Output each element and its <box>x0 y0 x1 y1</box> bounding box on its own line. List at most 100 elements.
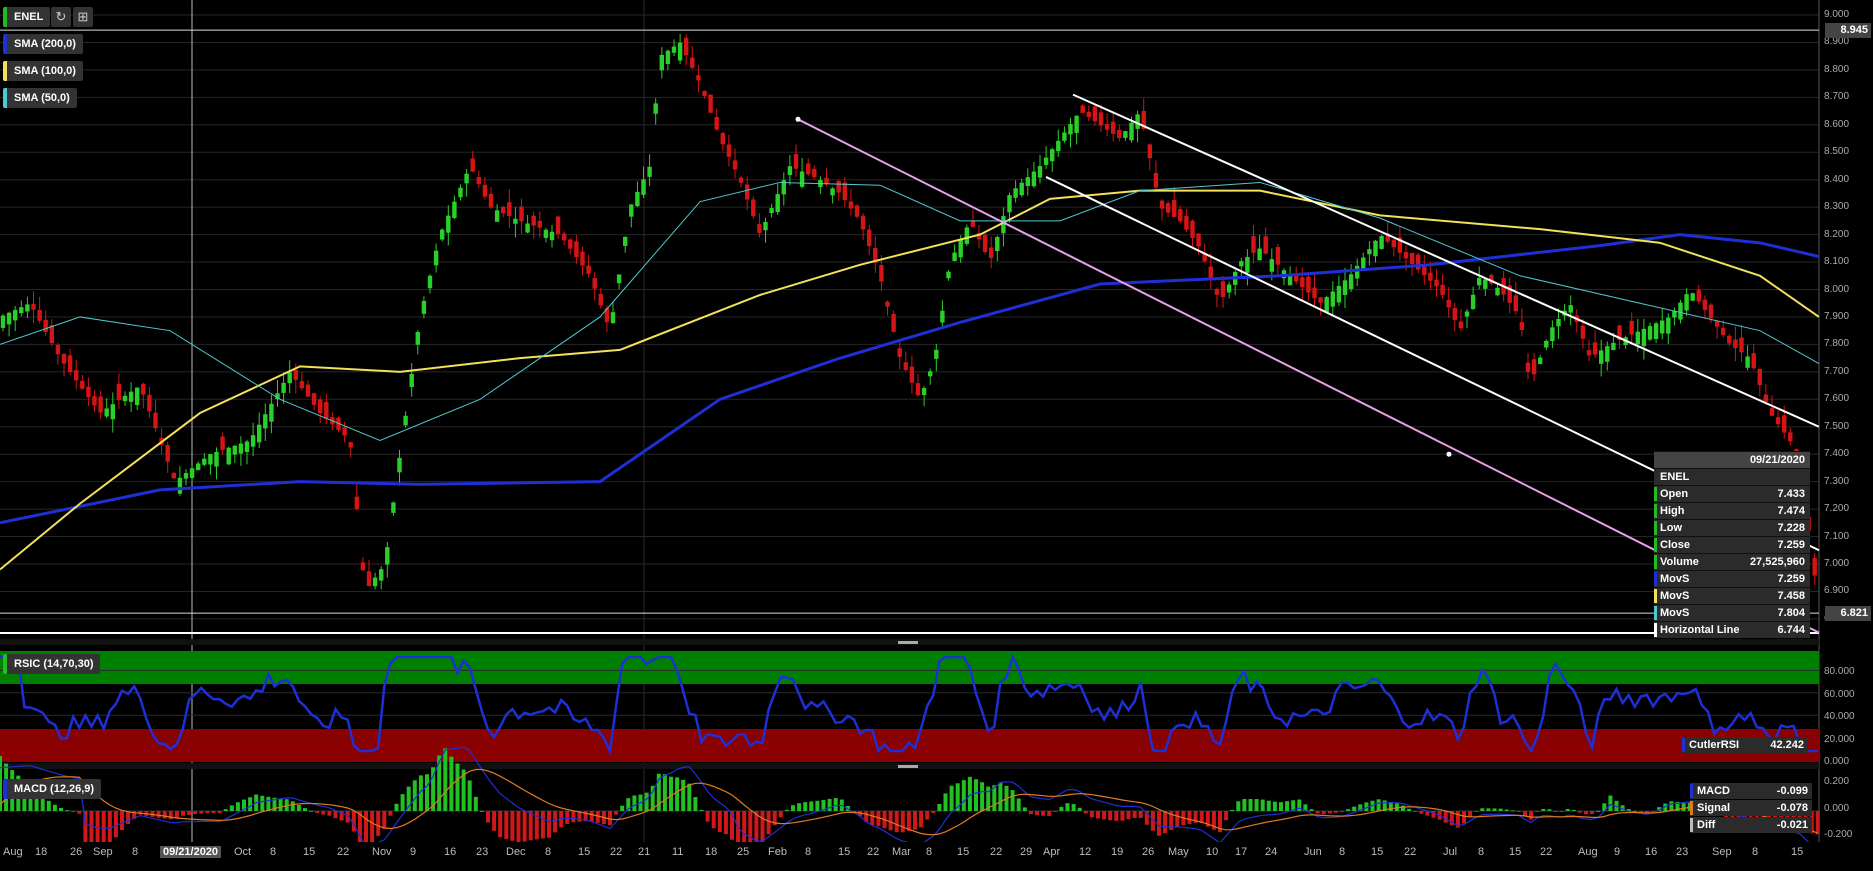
macd-histogram-bar <box>455 763 460 811</box>
candle-body <box>665 50 671 65</box>
symbol-tag[interactable]: ENEL <box>3 7 51 27</box>
candle-body <box>952 252 957 262</box>
candle-body <box>470 158 475 172</box>
legend-sma-200[interactable]: SMA (200,0) <box>3 34 83 54</box>
x-tick: 9 <box>1614 846 1621 858</box>
rsi-tick: 80.000 <box>1824 666 1855 677</box>
candle-body <box>1245 256 1250 273</box>
macd-histogram-bar <box>1419 811 1424 814</box>
legend-sma-50[interactable]: SMA (50,0) <box>3 88 77 108</box>
candle-body <box>1037 165 1043 178</box>
candle-body <box>153 412 158 429</box>
macd-histogram-bar <box>1590 811 1595 815</box>
candle-body <box>903 362 908 371</box>
candle-body <box>635 191 640 207</box>
candle-body <box>1190 220 1195 239</box>
macd-histogram-bar <box>168 811 173 820</box>
x-tick: Dec <box>506 846 526 858</box>
macd-histogram-bar <box>1010 790 1015 811</box>
candle-body <box>1001 216 1006 234</box>
legend-sma-100[interactable]: SMA (100,0) <box>3 61 83 81</box>
macd-histogram-bar <box>1584 811 1588 815</box>
legend-label: SMA (50,0) <box>14 92 70 104</box>
macd-histogram-bar <box>553 811 558 833</box>
macd-histogram-bar <box>333 811 338 819</box>
candle-body <box>360 562 366 571</box>
candle-body <box>732 160 738 170</box>
macd-histogram-bar <box>303 808 307 811</box>
info-row-value: 7.228 <box>1777 522 1805 534</box>
candle-body <box>1513 295 1518 312</box>
candle-body <box>757 224 762 233</box>
candle-body <box>1086 111 1091 118</box>
candle-body <box>751 199 756 217</box>
candle-body <box>586 265 591 274</box>
macd-histogram-bar <box>699 809 704 811</box>
candle-body <box>427 275 433 289</box>
price-tick: 8.600 <box>1824 118 1850 130</box>
x-tick: 23 <box>1676 846 1689 858</box>
macd-histogram-bar <box>632 795 637 811</box>
macd-indicator-tag[interactable]: MACD (12,26,9) <box>3 779 102 799</box>
candle-body <box>318 399 323 414</box>
signal-marker <box>1690 801 1693 815</box>
macd-histogram-bar <box>46 800 51 811</box>
candle-body <box>854 205 860 217</box>
candle-body <box>1635 331 1640 345</box>
candle-body <box>385 547 390 565</box>
candle-body <box>769 208 774 214</box>
chart-canvas <box>0 0 1873 871</box>
candle-body <box>616 274 622 284</box>
macd-histogram-bar <box>498 811 503 838</box>
price-tick: 7.500 <box>1824 420 1850 432</box>
candle-body <box>1452 307 1457 320</box>
candle-body <box>1409 252 1415 264</box>
candle-body <box>915 383 921 396</box>
macd-histogram-bar <box>894 811 899 833</box>
x-tick: 19 <box>1111 846 1124 858</box>
candle-body <box>1470 294 1476 309</box>
refresh-icon[interactable]: ↻ <box>51 7 71 27</box>
info-row: MovS 7.259 <box>1654 570 1810 587</box>
candle-body <box>104 408 109 417</box>
macd-value: -0.099 <box>1776 785 1808 797</box>
macd-histogram-bar <box>1596 810 1601 812</box>
macd-histogram-bar <box>1462 811 1466 824</box>
price-tick: 6.900 <box>1824 585 1850 597</box>
macd-histogram-bar <box>571 811 576 823</box>
rsi-indicator-tag[interactable]: RSIC (14,70,30) <box>3 654 101 674</box>
candle-body <box>135 387 140 406</box>
candle-body <box>299 381 305 389</box>
macd-histogram-bar <box>1083 811 1088 814</box>
macd-histogram-bar <box>1309 809 1314 811</box>
x-tick: 29 <box>1020 846 1033 858</box>
rsi-tick: 20.000 <box>1824 734 1855 745</box>
x-tick: 15 <box>578 846 591 858</box>
macd-histogram-bar <box>1315 811 1320 814</box>
candle-body <box>1556 319 1561 327</box>
candle-body <box>86 386 91 398</box>
macd-histogram-bar <box>467 780 472 811</box>
candle-body <box>1172 200 1177 217</box>
candle-body <box>860 215 866 230</box>
macd-histogram-bar <box>217 811 222 814</box>
candle-body <box>1257 248 1262 261</box>
candle-body <box>189 468 195 478</box>
chart-settings-icon[interactable]: ⊞ <box>73 7 93 27</box>
candle-body <box>1062 132 1067 141</box>
candle-body <box>1769 407 1775 416</box>
x-tick: 8 <box>132 846 139 858</box>
x-tick: 16 <box>444 846 457 858</box>
x-tick: Jun <box>1304 846 1322 858</box>
info-row-marker <box>1654 623 1657 637</box>
macd-histogram-bar <box>906 811 911 831</box>
info-row: MovS 7.804 <box>1654 604 1810 621</box>
macd-tick: 0.200 <box>1824 776 1850 787</box>
rsi-value-label: CutlerRSI <box>1689 739 1740 751</box>
candle-body <box>1275 247 1281 265</box>
macd-histogram-bar <box>1669 801 1674 811</box>
info-row: High 7.474 <box>1654 502 1810 519</box>
candle-body <box>208 454 213 465</box>
macd-histogram-bar <box>1340 811 1344 812</box>
macd-value-box: MACD -0.099 Signal -0.078 Diff -0.021 <box>1690 783 1812 834</box>
